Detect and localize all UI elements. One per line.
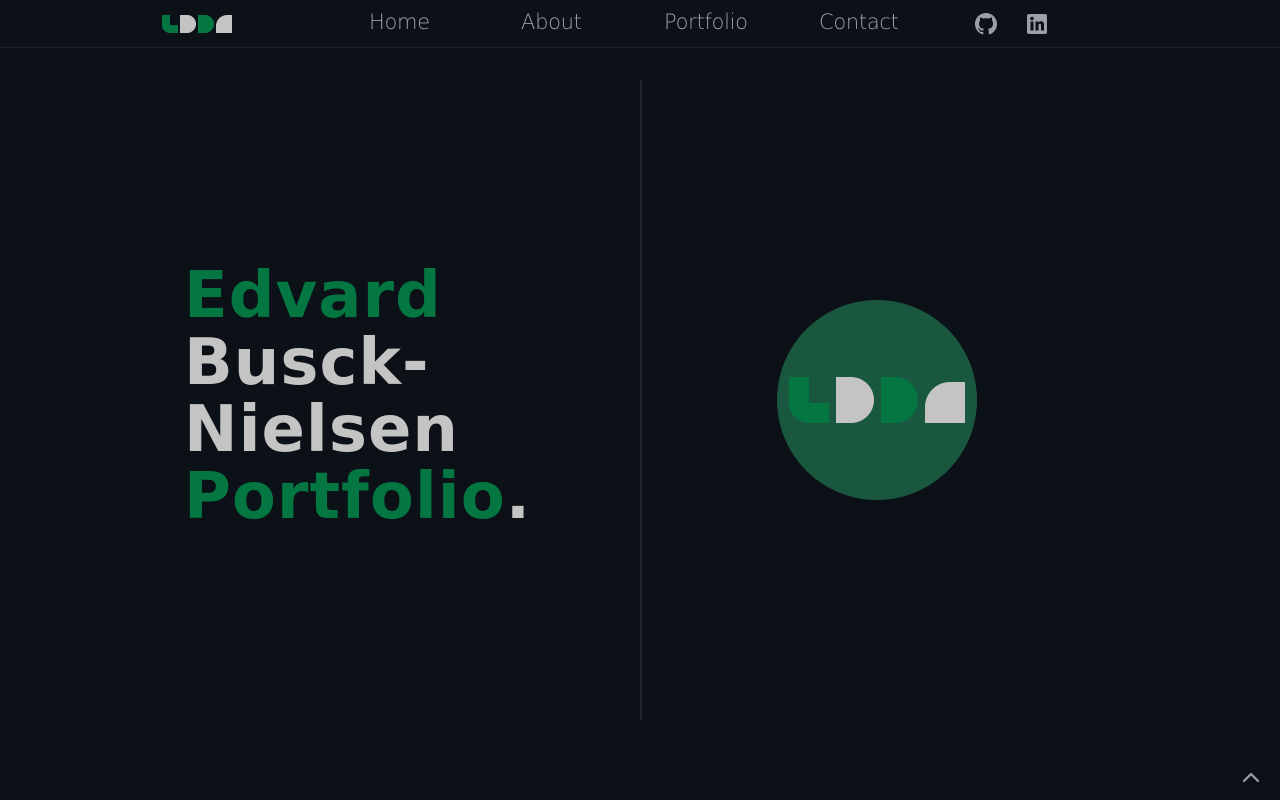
nav-link-home[interactable]: Home xyxy=(369,10,430,34)
github-link[interactable] xyxy=(975,13,997,35)
chevron-up-icon xyxy=(1242,772,1260,783)
nav-link-portfolio[interactable]: Portfolio xyxy=(664,10,748,34)
github-icon xyxy=(975,13,997,35)
logo-icon-large xyxy=(789,377,965,423)
hero-last-name-part1: Busck- xyxy=(184,326,430,400)
hero-portfolio-word: Portfolio xyxy=(184,460,506,534)
logo-icon xyxy=(162,15,232,33)
logo-link[interactable] xyxy=(162,15,234,33)
nav-link-contact[interactable]: Contact xyxy=(819,10,899,34)
hero-title: Edvard Busck- Nielsen Portfolio. xyxy=(184,263,531,531)
scroll-to-top-button[interactable] xyxy=(1240,766,1262,788)
hero-logo xyxy=(777,300,977,500)
linkedin-icon xyxy=(1027,14,1047,34)
vertical-divider xyxy=(640,80,642,720)
linkedin-link[interactable] xyxy=(1026,13,1048,35)
hero-period: . xyxy=(505,460,531,534)
hero-last-name-part2: Nielsen xyxy=(184,393,459,467)
hero-first-name: Edvard xyxy=(184,259,442,333)
nav-link-about[interactable]: About xyxy=(521,10,582,34)
navbar: Home About Portfolio Contact xyxy=(0,0,1280,48)
